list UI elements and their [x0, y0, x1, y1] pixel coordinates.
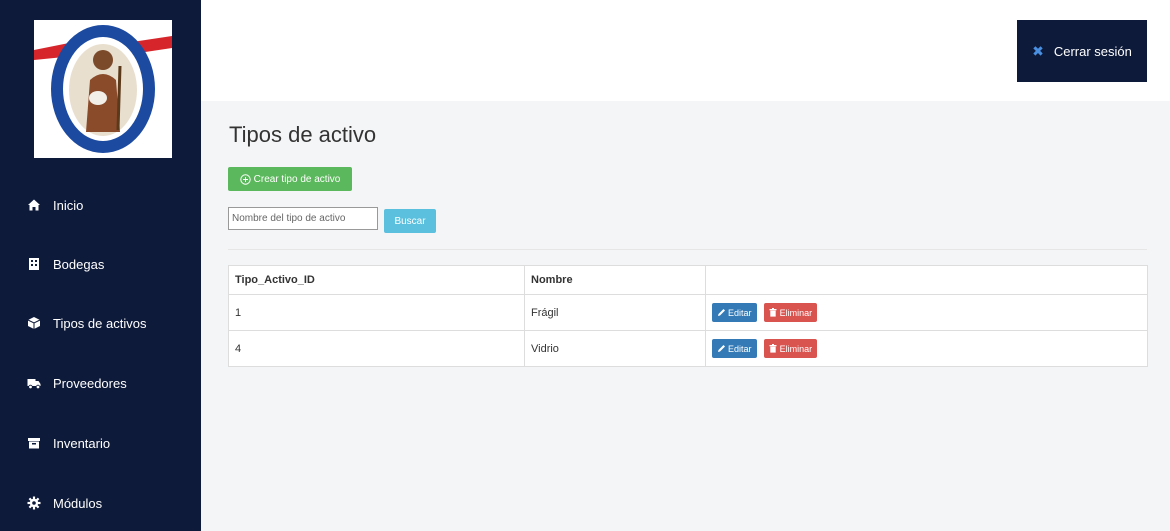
sidebar: Inicio Bodegas Tipos de activos Proveedo… — [0, 0, 201, 531]
search-input[interactable] — [228, 207, 378, 230]
delete-button[interactable]: Eliminar — [763, 339, 818, 358]
table-header-row: Tipo_Activo_ID Nombre — [228, 265, 1148, 295]
table-row: 1 Frágil Editar Eliminar — [228, 294, 1148, 331]
sidebar-item-tipos-de-activos[interactable]: Tipos de activos — [0, 303, 201, 343]
edit-label: Editar — [728, 307, 752, 318]
divider — [228, 249, 1147, 250]
pencil-icon — [718, 345, 725, 352]
create-button-label: Crear tipo de activo — [253, 173, 341, 185]
parish-seal-image — [34, 25, 172, 153]
sidebar-item-modulos[interactable]: Módulos — [0, 483, 201, 523]
sidebar-item-inicio[interactable]: Inicio — [0, 185, 201, 225]
create-asset-type-button[interactable]: Crear tipo de activo — [228, 167, 352, 191]
column-header-nombre: Nombre — [524, 265, 706, 295]
delete-button[interactable]: Eliminar — [763, 303, 818, 322]
cell-id: 1 — [228, 294, 525, 331]
sidebar-item-inventario[interactable]: Inventario — [0, 423, 201, 463]
table-row: 4 Vidrio Editar Eliminar — [228, 330, 1148, 367]
edit-label: Editar — [728, 343, 752, 354]
cell-actions: Editar Eliminar — [705, 294, 1148, 331]
gear-icon — [27, 496, 41, 510]
cube-icon — [27, 317, 41, 329]
delete-label: Eliminar — [779, 307, 813, 318]
close-icon: ✖ — [1032, 42, 1044, 59]
cell-nombre: Frágil — [524, 294, 706, 331]
archive-icon — [28, 438, 40, 449]
cell-nombre: Vidrio — [524, 330, 706, 367]
cell-id: 4 — [228, 330, 525, 367]
column-header-actions — [705, 265, 1148, 295]
edit-button[interactable]: Editar — [712, 303, 757, 322]
asset-types-table: Tipo_Activo_ID Nombre 1 Frágil Editar El… — [228, 265, 1148, 367]
sidebar-item-proveedores[interactable]: Proveedores — [0, 363, 201, 403]
logout-label: Cerrar sesión — [1053, 43, 1132, 59]
sidebar-item-label: Módulos — [53, 495, 103, 511]
trash-icon — [769, 344, 777, 353]
logout-button[interactable]: ✖ Cerrar sesión — [1017, 20, 1147, 82]
trash-icon — [769, 308, 777, 317]
pencil-icon — [718, 309, 725, 316]
page-title: Tipos de activo — [229, 122, 377, 147]
sidebar-item-label: Inicio — [53, 197, 84, 213]
edit-button[interactable]: Editar — [712, 339, 757, 358]
search-button[interactable]: Buscar — [384, 209, 436, 233]
sidebar-item-label: Inventario — [53, 435, 111, 451]
plus-circle-icon — [239, 173, 251, 185]
building-icon — [29, 258, 39, 270]
truck-icon — [27, 379, 41, 390]
home-icon — [28, 199, 40, 211]
sidebar-item-label: Proveedores — [53, 375, 127, 391]
sidebar-item-label: Bodegas — [53, 256, 105, 272]
column-header-id: Tipo_Activo_ID — [228, 265, 525, 295]
parish-logo — [34, 20, 172, 158]
sidebar-item-label: Tipos de activos — [53, 315, 147, 331]
cell-actions: Editar Eliminar — [705, 330, 1148, 367]
delete-label: Eliminar — [779, 343, 813, 354]
sidebar-item-bodegas[interactable]: Bodegas — [0, 244, 201, 284]
